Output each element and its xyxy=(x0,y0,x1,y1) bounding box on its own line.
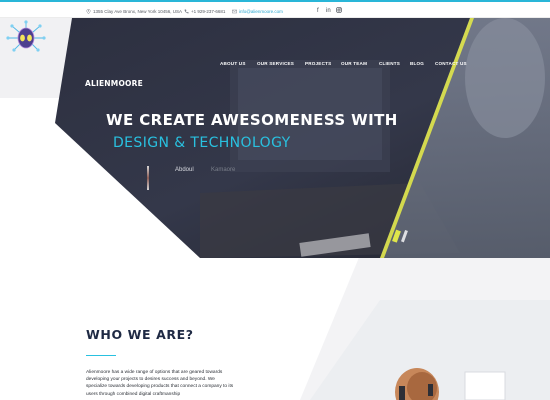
email-text: info@alienmoore.com xyxy=(239,9,283,14)
title-underline xyxy=(86,355,116,356)
mail-icon xyxy=(232,10,237,14)
phone-item[interactable]: +1 929-237-6681 xyxy=(184,7,225,16)
location-pin-icon xyxy=(86,9,91,15)
nav-contact-us[interactable]: CONTACT US xyxy=(435,61,467,66)
about-paragraph: Alienmoore has a wide range of options t… xyxy=(86,370,234,397)
brand-logo-text[interactable]: ALIENMOORE xyxy=(85,79,143,88)
nav-blog[interactable]: BLOG xyxy=(410,61,424,66)
instagram-icon[interactable] xyxy=(336,7,342,16)
nav-our-team[interactable]: OUR TEAM xyxy=(341,61,367,66)
linkedin-icon[interactable]: in xyxy=(326,7,331,16)
team-photo xyxy=(310,300,550,400)
top-contact-bar: 1355 Clay Ave Bronx, New York 10456, USA… xyxy=(0,0,550,18)
nav-our-services[interactable]: OUR SERVICES xyxy=(257,61,294,66)
hero-name-primary: Abdoul xyxy=(175,167,194,173)
address-text: 1355 Clay Ave Bronx, New York 10456, USA xyxy=(93,9,182,14)
nav-about-us[interactable]: ABOUT US xyxy=(220,61,246,66)
section-title: WHO WE ARE? xyxy=(86,327,194,342)
address-item: 1355 Clay Ave Bronx, New York 10456, USA xyxy=(86,7,182,16)
phone-text: +1 929-237-6681 xyxy=(191,9,226,14)
hero-banner: ALIENMOORE ABOUT US OUR SERVICES PROJECT… xyxy=(0,18,550,258)
nav-projects[interactable]: PROJECTS xyxy=(305,61,331,66)
phone-icon xyxy=(184,9,189,14)
hero-subheadline: DESIGN & TECHNOLOGY xyxy=(113,135,291,151)
pen-decoration xyxy=(147,166,149,190)
hero-headline: WE CREATE AWESOMENESS WITH xyxy=(106,111,398,129)
nav-clients[interactable]: CLIENTS xyxy=(379,61,400,66)
alien-logo-icon[interactable] xyxy=(0,18,52,64)
email-item[interactable]: info@alienmoore.com xyxy=(232,7,283,16)
facebook-icon[interactable]: f xyxy=(317,7,319,16)
hero-name-secondary: Kamaore xyxy=(211,167,236,173)
